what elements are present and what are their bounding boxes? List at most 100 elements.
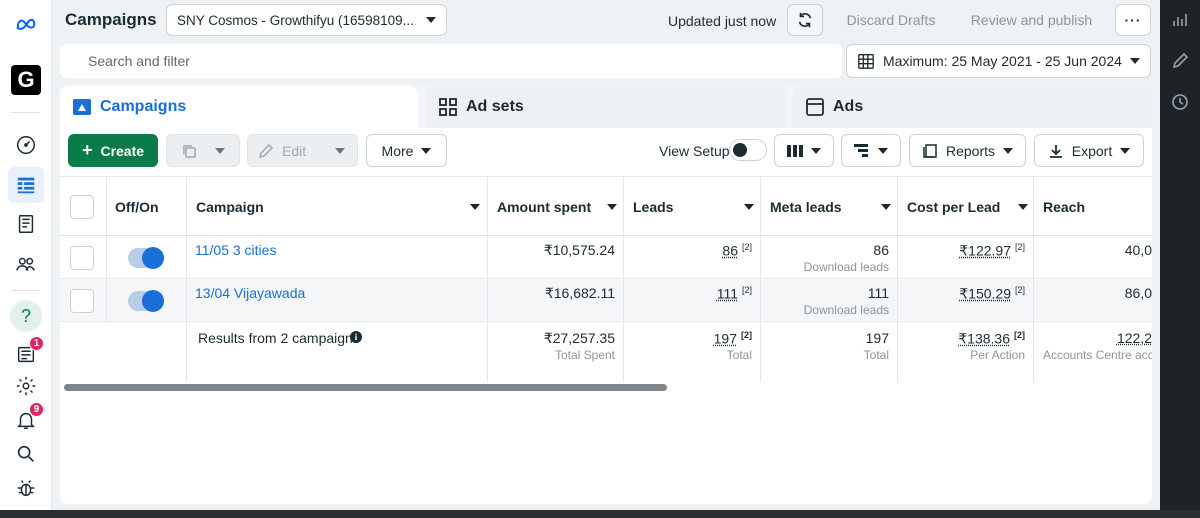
discard-drafts-button[interactable]: Discard Drafts (834, 4, 948, 36)
reports-button[interactable]: Reports (909, 134, 1026, 167)
insights-chart-icon[interactable] (1170, 10, 1190, 30)
more-button[interactable]: More (366, 134, 447, 167)
totals-leads[interactable]: 197 (714, 331, 737, 347)
tab-ads[interactable]: Ads (793, 86, 1152, 128)
col-header-reach[interactable]: Reach (1034, 177, 1152, 235)
col-header-cost-per-lead[interactable]: Cost per Lead (898, 177, 1034, 235)
more-options-button[interactable]: ··· (1115, 4, 1151, 36)
duplicate-button[interactable] (166, 134, 240, 167)
totals-amount-sub: Total Spent (554, 348, 615, 362)
create-label: Create (100, 142, 145, 159)
edit-label: Edit (282, 142, 307, 159)
breakdown-icon (854, 143, 868, 157)
select-all-checkbox[interactable] (70, 195, 94, 219)
cpl-cell: ₹122.97 [2] (898, 236, 1034, 278)
more-label: More (381, 142, 414, 159)
col-header-meta-leads[interactable]: Meta leads (761, 177, 898, 235)
download-icon (1049, 144, 1062, 158)
meta-leads-value: 86 (873, 242, 889, 258)
cpl-value[interactable]: ₹122.97 (959, 243, 1011, 259)
reach-value: 86,0 (1124, 285, 1152, 301)
col-header-amount-spent[interactable]: Amount spent (488, 177, 624, 235)
rail-divider (12, 112, 40, 113)
columns-button[interactable] (774, 134, 834, 167)
create-button[interactable]: + Create (68, 134, 158, 167)
totals-meta-leads-cell: 197 Total (761, 322, 898, 382)
view-setup-toggle[interactable] (729, 139, 767, 161)
download-leads-link[interactable]: Download leads (804, 260, 889, 274)
sort-caret-icon (470, 204, 480, 210)
row-select-cell (60, 236, 107, 278)
notifications-bell-icon[interactable]: 9 (8, 402, 44, 438)
download-leads-link[interactable]: Download leads (804, 303, 889, 317)
horizontal-scrollbar[interactable] (64, 384, 667, 391)
totals-leads-cell: 197 [2] Total (624, 322, 761, 382)
refresh-icon (798, 12, 812, 28)
totals-reach[interactable]: 122,2 (1117, 330, 1152, 346)
account-selector[interactable]: SNY Cosmos - Growthifyu (16598109... (166, 4, 447, 36)
edit-pencil-icon[interactable] (1170, 51, 1190, 71)
col-label: Meta leads (770, 199, 842, 215)
date-range-label: Maximum: 25 May 2021 - 25 Jun 2024 (883, 53, 1122, 69)
updated-status: Updated just now (668, 13, 777, 29)
totals-leads-sub: Total (726, 348, 752, 362)
edit-button[interactable]: Edit (247, 134, 358, 167)
row-checkbox[interactable] (70, 289, 94, 313)
history-clock-icon[interactable] (1170, 92, 1190, 112)
audiences-people-icon[interactable] (8, 246, 44, 282)
leads-value[interactable]: 111 (717, 286, 738, 302)
col-header-leads[interactable]: Leads (624, 177, 761, 235)
totals-cpl-sub: Per Action (970, 348, 1025, 362)
help-icon[interactable]: ? (8, 298, 44, 334)
table-row: 11/05 3 cities ₹10,575.24 86 [2] 86 Downl… (60, 236, 1152, 279)
refresh-button[interactable] (787, 4, 823, 36)
col-header-off-on[interactable]: Off/On (107, 177, 187, 235)
export-button[interactable]: Export (1034, 134, 1144, 167)
row-checkbox[interactable] (70, 246, 94, 270)
review-publish-button[interactable]: Review and publish (959, 4, 1104, 36)
settings-gear-icon[interactable] (8, 368, 44, 404)
business-logo-icon[interactable]: G (8, 62, 44, 98)
col-label: Off/On (115, 199, 159, 215)
campaigns-table: Off/On Campaign Amount spent Leads Meta … (60, 176, 1152, 382)
pages-book-icon[interactable] (8, 206, 44, 242)
campaign-on-switch[interactable] (128, 290, 164, 312)
info-icon[interactable]: i (350, 331, 362, 343)
tab-campaigns[interactable]: Campaigns (60, 86, 418, 128)
switch-knob (142, 247, 164, 269)
ad-sets-grid-icon (439, 98, 457, 116)
date-range-picker[interactable]: Maximum: 25 May 2021 - 25 Jun 2024 (846, 44, 1151, 78)
search-icon[interactable] (8, 436, 44, 472)
help-glyph: ? (10, 300, 42, 332)
row-select-cell (60, 279, 107, 321)
campaign-name-cell: 11/05 3 cities (187, 236, 488, 278)
messages-news-icon[interactable]: 1 (8, 336, 44, 372)
campaign-name-link[interactable]: 11/05 3 cities (195, 242, 276, 258)
cpl-value-wrap: ₹150.29 [2] (959, 285, 1025, 303)
business-logo-letter: G (11, 65, 41, 95)
bug-report-icon[interactable] (8, 470, 44, 506)
toggle-knob (733, 143, 747, 157)
meta-leads-value: 111 (867, 285, 889, 301)
leads-value[interactable]: 86 (722, 243, 738, 259)
page-title: Campaigns (65, 10, 157, 29)
totals-spacer (60, 322, 187, 382)
campaign-on-switch[interactable] (128, 247, 164, 269)
chevron-down-icon (426, 17, 436, 23)
col-header-campaign[interactable]: Campaign (187, 177, 488, 235)
cpl-footnote: [2] (1014, 285, 1025, 295)
breakdown-button[interactable] (841, 134, 901, 167)
dashboard-gauge-icon[interactable] (8, 127, 44, 163)
totals-cpl-cell: ₹138.36 [2] Per Action (898, 322, 1034, 382)
cpl-footnote: [2] (1014, 242, 1025, 252)
reports-label: Reports (945, 142, 996, 159)
meta-logo-icon[interactable] (8, 6, 44, 42)
search-filter-input[interactable]: Search and filter (60, 44, 842, 78)
campaign-name-link[interactable]: 13/04 Vijayawada (195, 285, 305, 301)
ads-manager-table-icon[interactable] (8, 167, 44, 203)
meta-leads-cell: 86 Download leads (761, 236, 898, 278)
col-label: Amount spent (497, 199, 592, 215)
tab-ad-sets[interactable]: Ad sets (426, 86, 786, 128)
cpl-value[interactable]: ₹150.29 (959, 286, 1011, 302)
totals-cpl[interactable]: ₹138.36 (958, 331, 1010, 347)
